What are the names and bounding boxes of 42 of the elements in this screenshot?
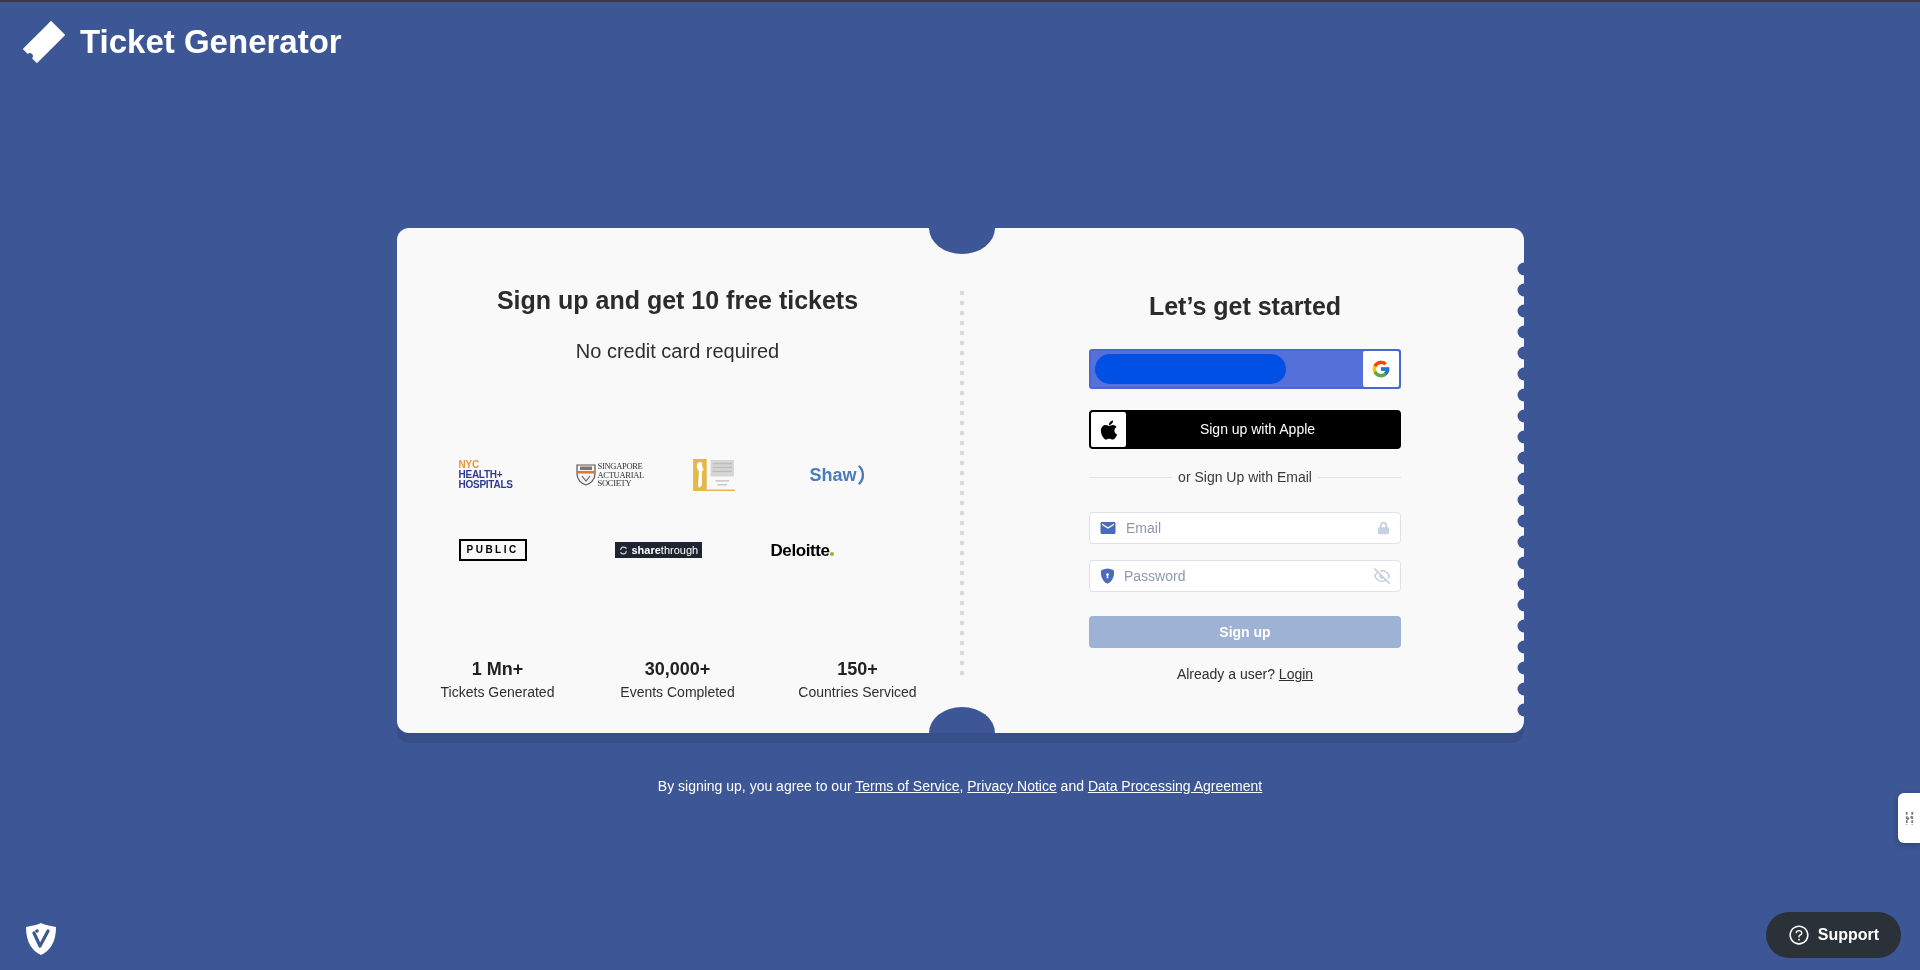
login-prompt: Already a user? Login (1176, 665, 1314, 683)
divider-label: or Sign Up with Email (1178, 468, 1312, 486)
apple-icon (1091, 412, 1126, 447)
lock-icon (1378, 521, 1389, 535)
mail-icon (1099, 519, 1117, 537)
login-link[interactable]: Login (1278, 666, 1314, 682)
policy-link[interactable]: Data Processing Agreement (1087, 778, 1263, 794)
social-signup-button[interactable] (1089, 349, 1401, 389)
stat-value: 150+ (837, 658, 878, 680)
help-icon (1787, 924, 1810, 946)
crest-icon (575, 464, 596, 486)
promo-subtitle: No credit card required (575, 339, 780, 363)
password-field[interactable]: Password (1089, 560, 1401, 592)
swirl-icon (618, 545, 628, 555)
arc-icon (857, 465, 865, 485)
dot-icon (830, 551, 835, 556)
shield-lock-icon (1100, 568, 1115, 584)
policy-link[interactable]: Privacy Notice (967, 778, 1057, 794)
apple-signup-button[interactable]: Sign up with Apple (1089, 410, 1401, 449)
partner-logo: NYC HEALTH+ HOSPITALS (458, 460, 513, 490)
partner-logo: SINGAPORE ACTUARIAL SOCIETY (597, 462, 644, 488)
stat-label: Tickets Generated (440, 683, 555, 701)
terms-notice: By signing up, you agree to our Terms of Service, Privacy Notice and Data Processing Agreement (657, 777, 1263, 795)
stat-label: Events Completed (620, 683, 735, 701)
stat-value: 1 Mn+ (471, 658, 524, 680)
grip-icon (1903, 810, 1915, 826)
support-button[interactable]: Support (1766, 912, 1901, 958)
app-title: Ticket Generator (80, 23, 342, 61)
shield-check-icon[interactable] (25, 922, 57, 956)
partner-logo: PUBLIC (458, 539, 527, 561)
promo-title: Sign up and get 10 free tickets (496, 285, 859, 315)
side-tab-button[interactable] (1898, 793, 1920, 843)
ticket-icon (20, 21, 68, 63)
signup-title: Let’s get started (1148, 291, 1342, 321)
partner-logo: Shaw (809, 465, 857, 485)
award-logo-icon (692, 459, 735, 491)
partner-logo: sharethrough (631, 543, 699, 557)
partner-logo: Deloitte (770, 540, 830, 560)
stat-label: Countries Serviced (798, 683, 917, 701)
stat-value: 30,000+ (644, 658, 711, 680)
email-field[interactable]: Email (1089, 512, 1401, 544)
g-logo-icon (1363, 351, 1399, 387)
